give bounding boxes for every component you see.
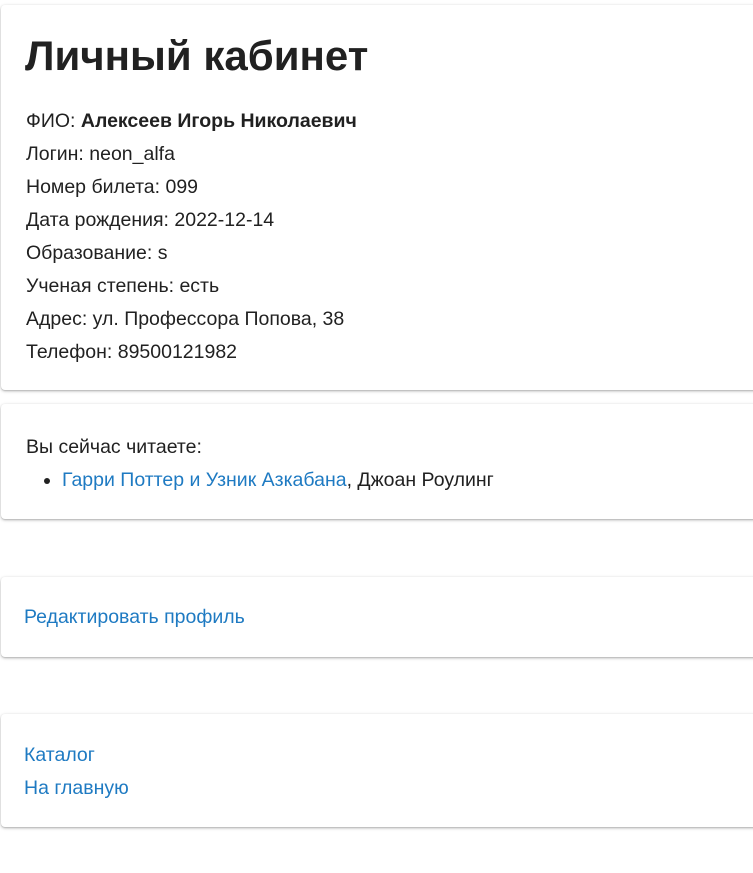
edit-card: Редактировать профиль: [1, 577, 753, 657]
address-row: Адрес: ул. Профессора Попова, 38: [26, 308, 345, 330]
profile-info: ФИО: Алексеев Игорь Николаевич Логин: ne…: [26, 105, 357, 369]
birth-date-row: Дата рождения: 2022-12-14: [26, 209, 275, 231]
nav-links: Каталог На главную: [24, 739, 129, 805]
fio-label: ФИО:: [26, 110, 76, 132]
reading-card: Вы сейчас читаете: Гарри Поттер и Узник …: [1, 404, 753, 519]
fio-value: Алексеев Игорь Николаевич: [80, 110, 357, 132]
list-item: Гарри Поттер и Узник Азкабана, Джоан Роу…: [62, 465, 494, 495]
fio-row: ФИО: Алексеев Игорь Николаевич: [26, 105, 357, 138]
home-link[interactable]: На главную: [24, 772, 129, 805]
phone-row: Телефон: 89500121982: [26, 341, 238, 363]
education-row: Образование: s: [26, 242, 168, 264]
book-link[interactable]: Гарри Поттер и Узник Азкабана: [62, 469, 347, 491]
reading-list: Гарри Поттер и Узник Азкабана, Джоан Роу…: [26, 465, 494, 495]
degree-row: Ученая степень: есть: [26, 275, 220, 297]
catalog-link[interactable]: Каталог: [24, 739, 129, 772]
profile-card: Личный кабинет ФИО: Алексеев Игорь Никол…: [1, 5, 753, 390]
login-row: Логин: neon_alfa: [26, 143, 175, 165]
nav-card: Каталог На главную: [1, 714, 753, 827]
book-author: , Джоан Роулинг: [346, 469, 494, 491]
reading-label: Вы сейчас читаете:: [26, 436, 202, 458]
page-title: Личный кабинет: [25, 32, 369, 79]
ticket-row: Номер билета: 099: [26, 176, 199, 198]
edit-profile-link[interactable]: Редактировать профиль: [24, 602, 245, 632]
